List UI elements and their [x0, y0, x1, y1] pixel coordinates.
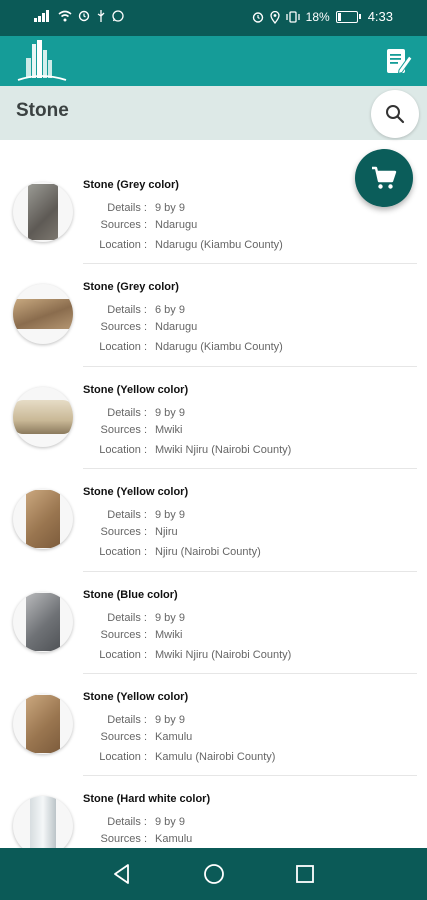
recents-button[interactable] — [293, 862, 317, 886]
details-value: 9 by 9 — [155, 611, 185, 624]
yellow-stone-pile-image — [13, 399, 73, 434]
details-label: Details : — [107, 509, 147, 522]
list-item[interactable]: Stone (Blue color) Details : 9 by 9 Sour… — [0, 572, 427, 674]
recents-icon — [296, 865, 314, 883]
navigation-bar — [0, 848, 427, 900]
details-value: 9 by 9 — [155, 406, 185, 419]
details-label: Details : — [107, 202, 147, 214]
sources-value: Mwiki — [155, 423, 183, 436]
item-name: Stone (Yellow color) — [83, 383, 189, 396]
location-label: Location : — [99, 239, 147, 251]
list-item[interactable]: Stone (Yellow color) Details : 9 by 9 So… — [0, 674, 427, 777]
yellow-stone-block-image — [26, 490, 60, 549]
location-label: Location : — [99, 648, 147, 661]
sources-value: Ndarugu — [155, 321, 198, 334]
usb-icon — [97, 10, 105, 22]
signal-icon — [34, 10, 49, 22]
location-label: Location : — [99, 443, 147, 456]
stone-thumbnail — [13, 284, 73, 345]
back-button[interactable] — [110, 862, 134, 886]
vibrate-icon — [286, 11, 300, 23]
details-value: 9 by 9 — [155, 202, 185, 214]
sources-value: Ndarugu — [155, 219, 198, 231]
cart-icon — [372, 166, 397, 189]
grey-stone-slab-image — [13, 299, 73, 330]
alarm-settings-icon — [78, 10, 90, 22]
item-name: Stone (Grey color) — [83, 281, 179, 294]
sources-value: Kamulu — [155, 833, 193, 846]
details-value: 6 by 9 — [155, 304, 185, 317]
search-button[interactable] — [371, 90, 419, 138]
stone-thumbnail — [13, 386, 73, 447]
alarm-icon — [252, 12, 263, 23]
stone-list: Stone (Grey color) Details : 9 by 9 Sour… — [0, 162, 427, 848]
details-label: Details : — [107, 713, 147, 726]
blue-stone-block-image — [26, 592, 60, 651]
home-icon — [204, 864, 224, 884]
status-left-icons — [34, 10, 124, 22]
status-time: 4:33 — [367, 9, 393, 24]
sources-value: Kamulu — [155, 730, 193, 743]
details-label: Details : — [107, 406, 147, 419]
location-value: Kamulu (Nairobi County) — [155, 750, 276, 763]
location-icon — [270, 10, 280, 24]
cart-button[interactable] — [355, 149, 413, 207]
back-icon — [114, 864, 129, 884]
location-label: Location : — [99, 750, 147, 763]
sources-label: Sources : — [100, 526, 147, 539]
sources-label: Sources : — [100, 423, 147, 436]
list-item[interactable]: Stone (Yellow color) Details : 9 by 9 So… — [0, 469, 427, 572]
item-name: Stone (Blue color) — [83, 588, 178, 601]
sources-label: Sources : — [100, 628, 147, 641]
location-value: Mwiki Njiru (Nairobi County) — [155, 648, 292, 661]
document-edit-icon — [387, 49, 413, 75]
app-bar — [0, 36, 427, 86]
list-item[interactable]: Stone (Yellow color) Details : 9 by 9 So… — [0, 367, 427, 470]
battery-icon — [335, 11, 361, 23]
location-label: Location : — [99, 341, 147, 354]
location-value: Mwiki Njiru (Nairobi County) — [155, 443, 292, 456]
whatsapp-icon — [112, 10, 124, 22]
stone-thumbnail — [13, 489, 73, 550]
list-item[interactable]: Stone (Hard white color) Details : 9 by … — [0, 776, 427, 848]
details-value: 9 by 9 — [155, 509, 185, 522]
sources-label: Sources : — [100, 219, 147, 231]
white-stone-block-image — [30, 796, 56, 848]
home-button[interactable] — [202, 862, 226, 886]
sources-value: Mwiki — [155, 628, 183, 641]
location-value: Ndarugu (Kiambu County) — [155, 239, 283, 251]
location-label: Location : — [99, 546, 147, 559]
sources-label: Sources : — [100, 321, 147, 334]
details-value: 9 by 9 — [155, 713, 185, 726]
details-value: 9 by 9 — [155, 816, 185, 829]
item-name: Stone (Yellow color) — [83, 486, 189, 499]
item-name: Stone (Hard white color) — [83, 793, 211, 806]
sources-value: Njiru — [155, 526, 178, 539]
details-label: Details : — [107, 611, 147, 624]
document-edit-button[interactable] — [385, 46, 413, 76]
stone-thumbnail — [13, 591, 73, 652]
search-icon — [386, 105, 405, 124]
details-label: Details : — [107, 304, 147, 317]
stone-thumbnail — [13, 693, 73, 754]
wifi-icon — [58, 10, 72, 22]
grey-stone-block-image — [28, 184, 58, 240]
yellow-stone-block-image — [26, 694, 60, 753]
details-label: Details : — [107, 816, 147, 829]
list-item[interactable]: Stone (Grey color) Details : 6 by 9 Sour… — [0, 264, 427, 367]
stone-thumbnail — [13, 796, 73, 848]
location-value: Njiru (Nairobi County) — [155, 546, 261, 559]
status-bar: 18% 4:33 — [0, 0, 427, 36]
status-right-icons: 18% 4:33 — [252, 10, 393, 24]
stone-thumbnail — [13, 182, 73, 242]
location-value: Ndarugu (Kiambu County) — [155, 341, 283, 354]
sources-label: Sources : — [100, 730, 147, 743]
page-title: Stone — [16, 100, 69, 121]
title-bar: Stone — [0, 86, 427, 140]
sources-label: Sources : — [100, 833, 147, 846]
battery-percent: 18% — [305, 10, 330, 24]
item-name: Stone (Grey color) — [83, 179, 179, 191]
city-skyline-logo — [17, 40, 67, 81]
item-name: Stone (Yellow color) — [83, 690, 189, 703]
